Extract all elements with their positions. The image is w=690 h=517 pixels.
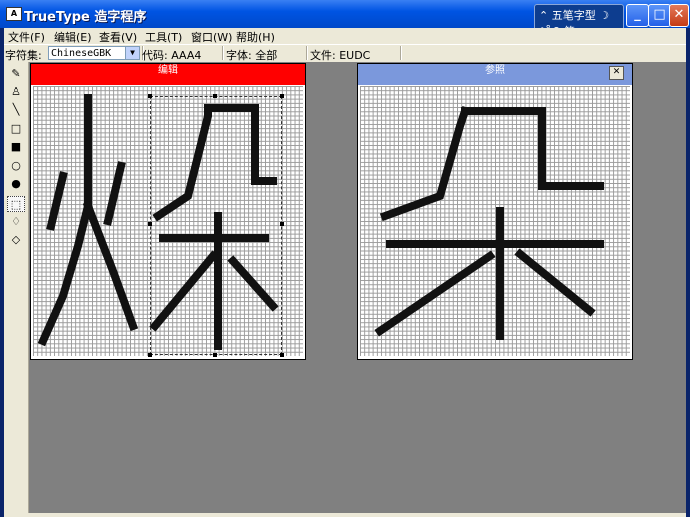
- glyph-stroke: [514, 248, 596, 317]
- ime-expand-icon[interactable]: ⌃: [539, 9, 552, 22]
- glyph-stroke: [374, 250, 496, 337]
- menu-view[interactable]: 查看(V): [99, 29, 137, 45]
- edit-grid[interactable]: [33, 86, 303, 357]
- freeform-select-icon[interactable]: ♢: [7, 214, 25, 230]
- close-button[interactable]: ✕: [669, 4, 689, 27]
- font-label: 字体: 全部: [226, 49, 278, 62]
- glyph-stroke: [379, 105, 471, 222]
- ime-mode[interactable]: 五笔字型: [552, 9, 596, 22]
- resize-handle[interactable]: [148, 222, 152, 226]
- pencil-icon[interactable]: ✎: [7, 66, 25, 82]
- resize-handle[interactable]: [280, 94, 284, 98]
- file-label: 文件: EUDC: [310, 49, 371, 62]
- menu-window[interactable]: 窗口(W): [191, 29, 232, 45]
- menu-help[interactable]: 帮助(H): [236, 29, 275, 45]
- rect-outline-icon[interactable]: □: [7, 121, 25, 137]
- charset-value: ChineseGBK: [51, 48, 112, 59]
- minimize-button[interactable]: _: [626, 4, 649, 27]
- brush-icon[interactable]: ♙: [7, 84, 25, 100]
- charset-label: 字符集:: [5, 49, 42, 62]
- app-icon[interactable]: A: [6, 7, 22, 21]
- resize-handle[interactable]: [280, 222, 284, 226]
- window-title: TrueType 造字程序: [24, 10, 147, 25]
- close-icon: ✕: [673, 7, 685, 22]
- reference-grid: [360, 86, 630, 356]
- minimize-icon: _: [634, 7, 641, 22]
- rect-select-icon[interactable]: ⬚: [7, 196, 25, 212]
- app-window: A TrueType 造字程序 _ □ ✕ ⌃ 五笔字型 ☽ •° ☚ ⚲ 简 …: [0, 0, 690, 517]
- charset-select[interactable]: ChineseGBK ▼: [48, 46, 140, 60]
- status-bar: [4, 513, 686, 517]
- glyph-stroke: [103, 161, 126, 226]
- menu-bar: 文件(F) 编辑(E) 查看(V) 工具(T) 窗口(W) 帮助(H): [4, 28, 686, 44]
- char-info-bar: 字符集: ChineseGBK ▼ 代码: AAA4 字体: 全部 文件: EU…: [4, 44, 686, 63]
- menu-file[interactable]: 文件(F): [8, 29, 45, 45]
- maximize-button[interactable]: □: [648, 4, 671, 27]
- edit-panel: 编辑: [30, 63, 306, 360]
- menu-edit[interactable]: 编辑(E): [54, 29, 92, 45]
- reference-panel: 参照 ✕: [357, 63, 633, 360]
- rect-filled-icon[interactable]: ■: [7, 139, 25, 155]
- edit-panel-title[interactable]: 编辑: [31, 64, 305, 85]
- code-label: 代码: AAA4: [142, 49, 202, 62]
- divider: [306, 46, 308, 60]
- ellipse-outline-icon[interactable]: ○: [7, 158, 25, 174]
- line-icon[interactable]: ╲: [7, 102, 25, 118]
- glyph-stroke: [46, 171, 68, 231]
- menu-tools[interactable]: 工具(T): [145, 29, 182, 45]
- resize-handle[interactable]: [148, 94, 152, 98]
- reference-panel-title[interactable]: 参照: [358, 64, 632, 85]
- glyph-stroke: [461, 107, 604, 190]
- divider: [400, 46, 402, 60]
- eraser-icon[interactable]: ◇: [7, 232, 25, 248]
- maximize-icon: □: [653, 7, 666, 22]
- close-icon[interactable]: ✕: [609, 66, 624, 80]
- selection-rect[interactable]: [148, 94, 284, 357]
- divider: [222, 46, 224, 60]
- resize-handle[interactable]: [213, 353, 217, 357]
- reference-glyph: [374, 105, 604, 340]
- drawing-toolbox: ✎ ♙ ╲ □ ■ ○ ● ⬚ ♢ ◇: [4, 62, 29, 513]
- ellipse-filled-icon[interactable]: ●: [7, 176, 25, 192]
- moon-icon[interactable]: ☽: [599, 9, 609, 22]
- chevron-down-icon[interactable]: ▼: [125, 47, 139, 59]
- resize-handle[interactable]: [280, 353, 284, 357]
- resize-handle[interactable]: [148, 353, 152, 357]
- resize-handle[interactable]: [213, 94, 217, 98]
